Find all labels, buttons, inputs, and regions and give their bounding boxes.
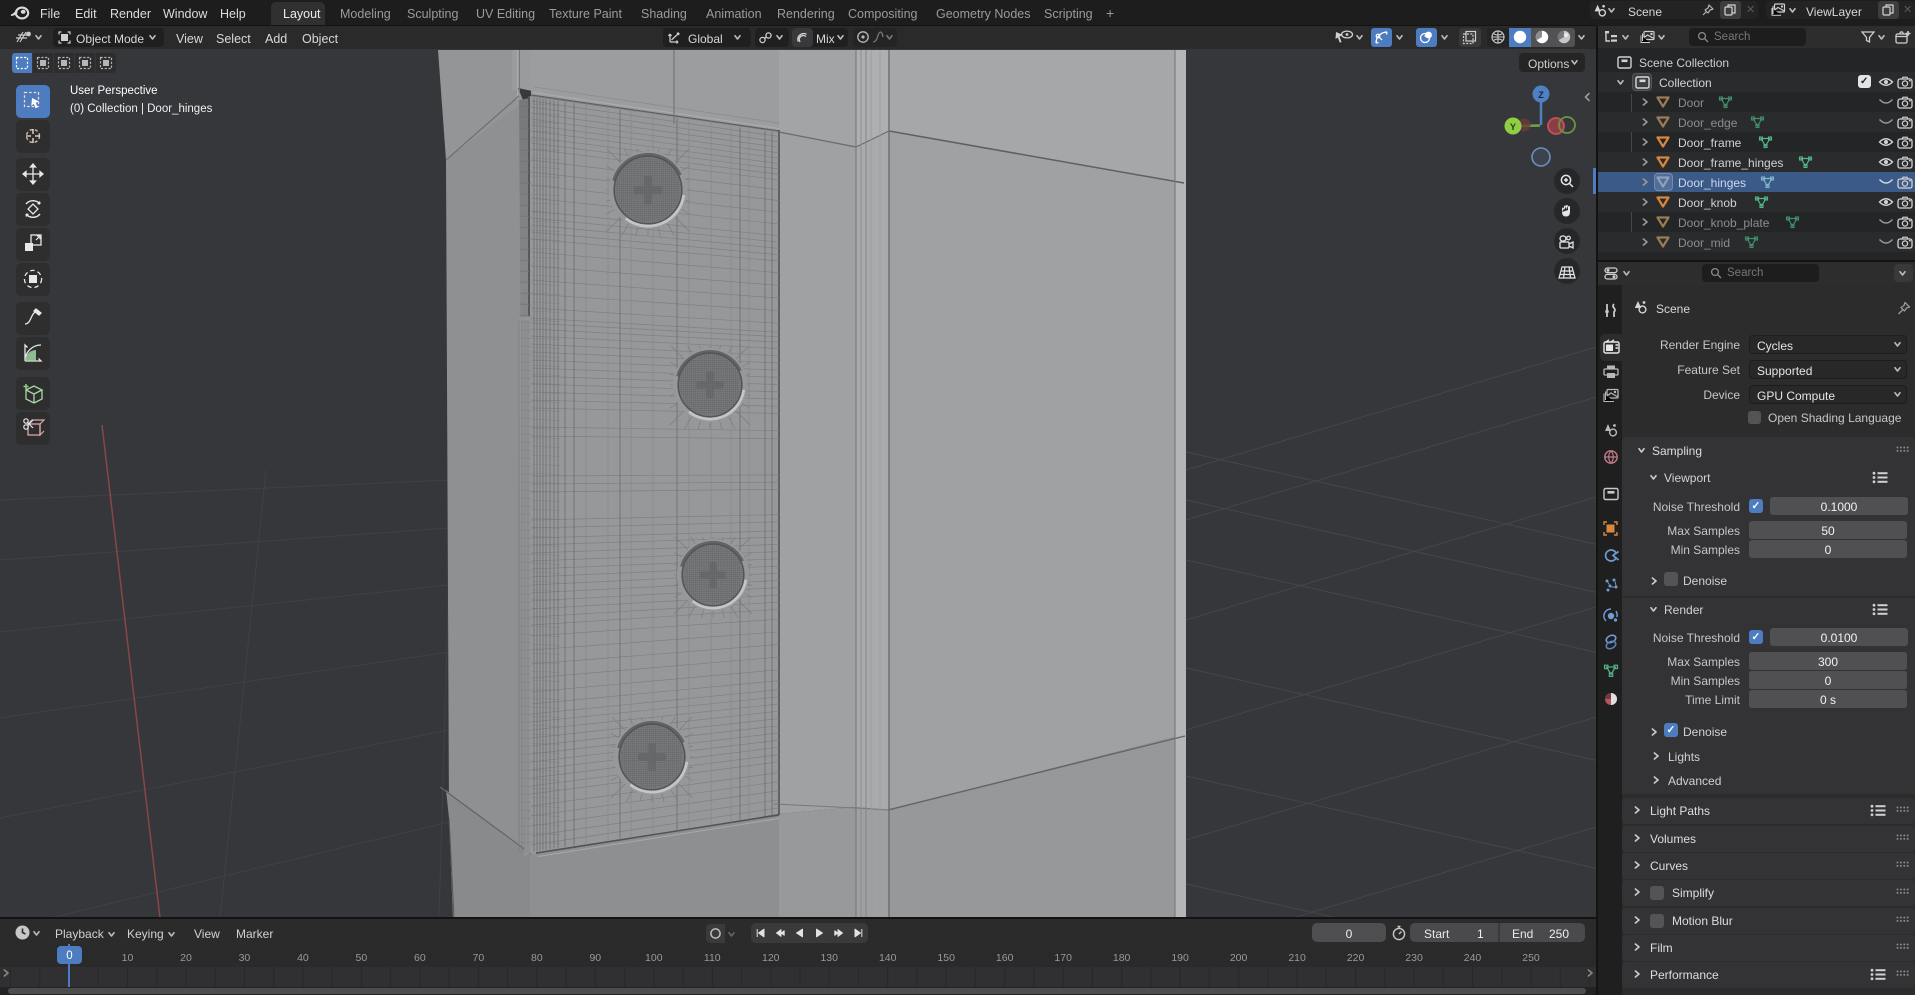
svg-text:Z: Z (1538, 90, 1544, 100)
svg-text:Y: Y (1510, 122, 1516, 132)
